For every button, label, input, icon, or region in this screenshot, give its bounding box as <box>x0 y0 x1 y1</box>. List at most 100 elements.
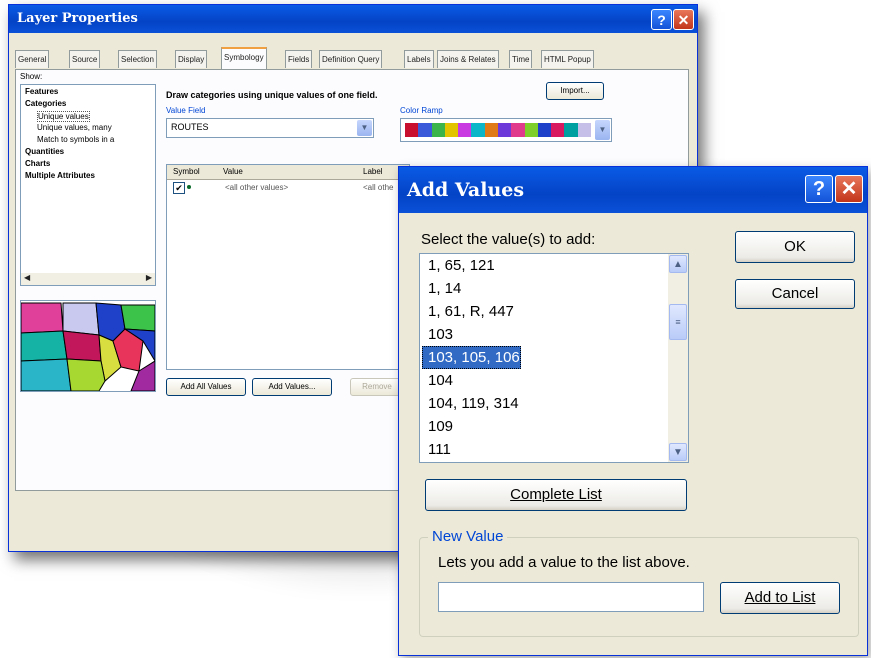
column-value[interactable]: Value <box>223 167 243 176</box>
close-icon: ✕ <box>840 178 858 200</box>
tab-display[interactable]: Display <box>175 50 208 68</box>
list-item[interactable]: 109 <box>420 415 688 438</box>
layer-properties-titlebar[interactable]: Layer Properties ? ✕ <box>9 5 697 33</box>
row-label: <all othe <box>363 183 394 192</box>
color-ramp-combo[interactable]: ▼ <box>400 118 612 142</box>
list-item[interactable]: 104, 119, 314 <box>420 392 688 415</box>
list-item[interactable]: 1, 61, R, 447 <box>420 300 688 323</box>
complete-list-label: Complete List <box>510 486 602 503</box>
close-button[interactable]: ✕ <box>835 175 863 203</box>
color-swatch <box>564 123 578 137</box>
window-title: Layer Properties <box>17 11 138 26</box>
tab-general[interactable]: General <box>15 50 50 68</box>
color-ramp-swatches <box>405 123 591 137</box>
tab-labels[interactable]: Labels <box>404 50 434 68</box>
tab-joins-relates[interactable]: Joins & Relates <box>437 50 499 68</box>
list-item[interactable]: 1, 65, 121 <box>420 254 688 277</box>
scroll-right-icon[interactable]: ▶ <box>146 273 152 282</box>
tree-unique-values-many[interactable]: Unique values, many <box>37 123 112 132</box>
row-value: <all other values> <box>225 183 289 192</box>
import-button[interactable]: Import... <box>546 82 604 100</box>
new-value-group: New Value Lets you add a value to the li… <box>419 528 859 637</box>
list-item[interactable]: 104 <box>420 369 688 392</box>
color-swatch <box>551 123 565 137</box>
scroll-left-icon[interactable]: ◀ <box>24 273 30 282</box>
help-button[interactable]: ? <box>651 9 672 30</box>
point-symbol-icon <box>187 185 191 189</box>
show-label: Show: <box>20 72 43 81</box>
tab-source[interactable]: Source <box>69 50 101 68</box>
scroll-thumb[interactable]: ≡ <box>669 304 687 340</box>
list-item-selected[interactable]: 103, 105, 106 <box>422 346 521 369</box>
column-symbol[interactable]: Symbol <box>173 167 200 176</box>
color-swatch <box>471 123 485 137</box>
add-to-list-label: Add to List <box>744 589 816 606</box>
color-swatch <box>418 123 432 137</box>
cancel-button[interactable]: Cancel <box>735 279 855 309</box>
tree-hscrollbar[interactable]: ◀ ▶ <box>21 273 155 285</box>
tab-time[interactable]: Time <box>509 50 533 68</box>
color-swatch <box>537 123 552 137</box>
values-listbox[interactable]: 1, 65, 121 1, 14 1, 61, R, 447 103 103, … <box>419 253 689 463</box>
tab-fields[interactable]: Fields <box>285 50 313 68</box>
dialog-title: Add Values <box>407 179 525 201</box>
select-values-label: Select the value(s) to add: <box>421 231 596 248</box>
color-ramp-label: Color Ramp <box>400 106 443 115</box>
help-button[interactable]: ? <box>805 175 833 203</box>
map-preview <box>20 300 156 392</box>
add-values-titlebar[interactable]: Add Values ? ✕ <box>399 167 867 213</box>
map-preview-image <box>20 301 156 392</box>
remove-button[interactable]: Remove <box>350 378 404 396</box>
chevron-down-icon[interactable]: ▼ <box>357 120 372 136</box>
color-swatch <box>511 123 525 137</box>
tree-categories[interactable]: Categories <box>25 99 66 108</box>
value-field-combo[interactable]: ROUTES ▼ <box>166 118 374 138</box>
value-field-label: Value Field <box>166 106 206 115</box>
tab-html-popup[interactable]: HTML Popup <box>541 50 594 68</box>
scroll-down-icon[interactable]: ▼ <box>669 443 687 461</box>
color-swatch <box>577 123 591 137</box>
tab-definition-query[interactable]: Definition Query <box>319 50 383 68</box>
row-checkbox[interactable]: ✔ <box>173 182 185 194</box>
add-values-button[interactable]: Add Values... <box>252 378 332 396</box>
question-icon: ? <box>657 12 666 28</box>
scroll-up-icon[interactable]: ▲ <box>669 255 687 273</box>
new-value-hint: Lets you add a value to the list above. <box>438 554 690 571</box>
tree-charts[interactable]: Charts <box>25 159 50 168</box>
color-swatch <box>458 123 472 137</box>
tree-features[interactable]: Features <box>25 87 58 96</box>
show-tree[interactable]: Features Categories Unique values Unique… <box>20 84 156 286</box>
symbology-heading: Draw categories using unique values of o… <box>166 90 378 100</box>
tab-symbology[interactable]: Symbology <box>221 47 267 70</box>
chevron-down-icon[interactable]: ▼ <box>595 120 610 140</box>
color-swatch <box>484 123 498 137</box>
list-item[interactable]: 111 <box>420 438 688 461</box>
tab-selection[interactable]: Selection <box>118 50 157 68</box>
tree-unique-values[interactable]: Unique values <box>37 111 90 122</box>
close-icon: ✕ <box>677 12 690 28</box>
question-icon: ? <box>812 178 826 200</box>
color-swatch <box>444 123 459 137</box>
table-header: Symbol Value Label <box>167 165 409 180</box>
symbol-table[interactable]: Symbol Value Label ✔ <all other values> … <box>166 164 410 370</box>
value-field-value: ROUTES <box>171 122 209 132</box>
tree-quantities[interactable]: Quantities <box>25 147 64 156</box>
complete-list-button[interactable]: Complete List <box>425 479 687 511</box>
color-swatch <box>431 123 445 137</box>
tree-match-symbols[interactable]: Match to symbols in a <box>37 135 114 144</box>
color-swatch <box>524 123 538 137</box>
add-values-dialog: Add Values ? ✕ Select the value(s) to ad… <box>398 166 868 656</box>
list-item[interactable]: 1, 14 <box>420 277 688 300</box>
new-value-legend: New Value <box>428 528 508 545</box>
list-vscrollbar[interactable]: ▲ ≡ ▼ <box>668 254 688 462</box>
close-button[interactable]: ✕ <box>673 9 694 30</box>
new-value-input[interactable] <box>438 582 704 612</box>
ok-button[interactable]: OK <box>735 231 855 263</box>
add-all-values-button[interactable]: Add All Values <box>166 378 246 396</box>
column-label[interactable]: Label <box>363 167 383 176</box>
list-item[interactable]: 103 <box>420 323 688 346</box>
table-row[interactable]: ✔ <all other values> <all othe <box>167 181 409 195</box>
add-to-list-button[interactable]: Add to List <box>720 582 840 614</box>
color-swatch <box>497 123 512 137</box>
tree-multiple-attributes[interactable]: Multiple Attributes <box>25 171 95 180</box>
